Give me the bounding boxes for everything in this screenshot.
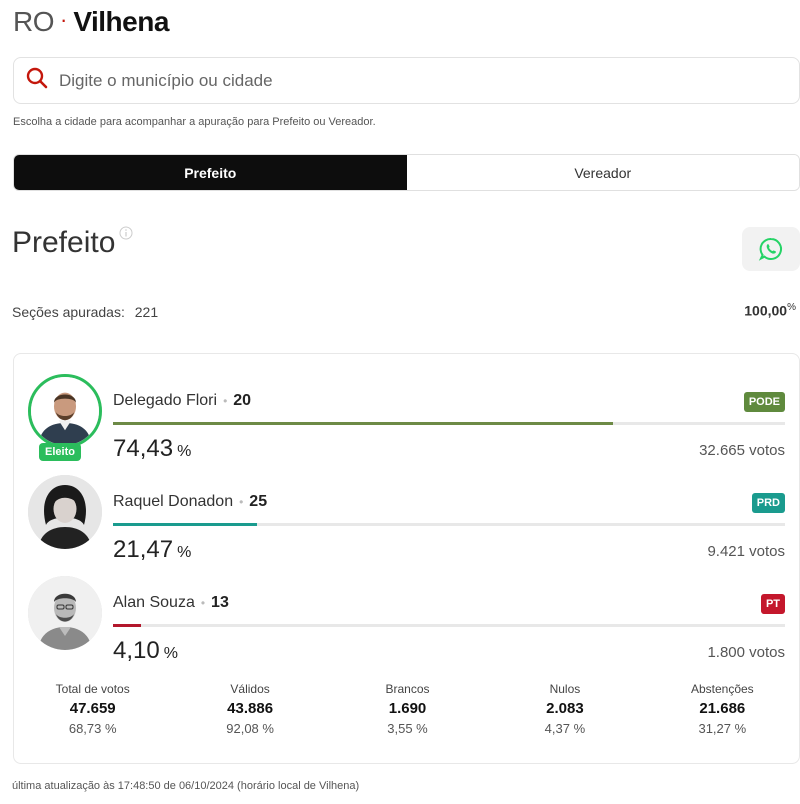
whatsapp-share-button[interactable] — [742, 227, 800, 271]
page-header: RO · Vilhena — [13, 4, 169, 40]
stat-percent: 4,37 % — [544, 721, 586, 736]
stat-total: Total de votos 47.659 68,73 % — [14, 682, 171, 736]
stat-label: Abstenções — [690, 682, 754, 696]
stat-percent: 31,27 % — [698, 721, 747, 736]
stat-brancos: Brancos 1.690 3,55 % — [329, 682, 486, 736]
candidate-number: 13 — [211, 594, 229, 611]
vote-bar-fill — [113, 523, 258, 526]
last-update: última atualização às 17:48:50 de 06/10/… — [12, 780, 360, 792]
whatsapp-icon — [758, 237, 782, 261]
party-badge: PRD — [751, 493, 785, 513]
city-name: Vilhena — [73, 6, 169, 37]
avatar — [28, 576, 102, 650]
state-code: RO — [13, 6, 55, 37]
candidate-row[interactable]: Raquel Donadon • 25 PRD 21,47% 9.421 votos — [14, 471, 800, 571]
candidate-percent-value: 4,10 — [113, 637, 160, 664]
vote-bar — [113, 422, 785, 425]
stat-nulos: Nulos 2.083 4,37 % — [486, 682, 643, 736]
elected-badge: Eleito — [39, 443, 81, 461]
candidate-name-text: Alan Souza — [113, 594, 195, 611]
search-input[interactable] — [59, 70, 759, 91]
percent-unit: % — [177, 443, 192, 460]
party-badge: PT — [760, 594, 785, 614]
counted-percent-value: 100,00 — [744, 302, 788, 319]
stat-label: Brancos — [385, 682, 430, 696]
vote-bar — [113, 624, 785, 627]
section-title: Prefeito — [12, 226, 133, 260]
stat-label: Válidos — [230, 682, 270, 696]
candidate-number: 25 — [249, 493, 268, 510]
candidate-name-text: Delegado Flori — [113, 392, 218, 409]
candidate-percent: 74,43% — [113, 435, 191, 463]
sections-count: 221 — [134, 304, 159, 320]
percent-unit: % — [163, 645, 178, 662]
office-tabs: Prefeito Vereador — [13, 154, 800, 191]
candidate-percent: 4,10% — [113, 637, 178, 665]
info-icon[interactable] — [119, 226, 133, 240]
stat-percent: 3,55 % — [387, 721, 428, 736]
stat-label: Nulos — [549, 682, 581, 696]
search-hint: Escolha a cidade para acompanhar a apura… — [13, 116, 376, 128]
stat-value: 2.083 — [546, 700, 584, 717]
candidate-votes: 32.665 votos — [699, 442, 785, 459]
candidate-name-text: Raquel Donadon — [113, 493, 234, 510]
stat-value: 43.886 — [227, 700, 274, 717]
vote-bar-fill — [113, 624, 141, 627]
candidate-name: Alan Souza • 13 — [113, 594, 229, 611]
search-box[interactable] — [13, 57, 800, 104]
counted-percent: 100,00% — [744, 302, 796, 319]
stat-percent: 68,73 % — [68, 721, 117, 736]
candidate-percent: 21,47% — [113, 536, 191, 564]
stat-percent: 92,08 % — [226, 721, 274, 736]
candidate-percent-value: 74,43 — [113, 435, 174, 462]
stat-value: 21.686 — [699, 700, 746, 717]
candidate-votes: 9.421 votos — [707, 543, 785, 560]
candidate-name: Delegado Flori • 20 — [113, 392, 252, 409]
tab-prefeito[interactable]: Prefeito — [14, 155, 407, 190]
stat-label: Total de votos — [55, 682, 130, 696]
stat-abstencoes: Abstenções 21.686 31,27 % — [644, 682, 800, 736]
candidate-row[interactable]: Alan Souza • 13 PT 4,10% 1.800 votos — [14, 572, 800, 672]
results-card: Eleito Delegado Flori • 20 PODE 74,43% 32.… — [13, 353, 800, 764]
percent-unit: % — [177, 544, 192, 561]
party-badge: PODE — [743, 392, 785, 412]
vote-bar-fill — [113, 422, 614, 425]
avatar — [28, 374, 102, 448]
candidate-votes: 1.800 votos — [707, 644, 785, 661]
tab-vereador[interactable]: Vereador — [406, 155, 799, 190]
candidate-number: 20 — [233, 392, 252, 409]
vote-bar — [113, 523, 785, 526]
stat-value: 47.659 — [69, 700, 116, 717]
avatar — [28, 475, 102, 549]
sections-counted: Seções apuradas: 221 — [12, 304, 158, 320]
search-icon[interactable] — [25, 66, 49, 95]
stat-value: 1.690 — [388, 700, 427, 717]
section-title-text: Prefeito — [12, 226, 116, 259]
vote-summary: Total de votos 47.659 68,73 % Válidos 43… — [14, 682, 800, 736]
candidate-row[interactable]: Eleito Delegado Flori • 20 PODE 74,43% 32.… — [14, 370, 800, 470]
stat-validos: Válidos 43.886 92,08 % — [171, 682, 328, 736]
candidate-name: Raquel Donadon • 25 — [113, 493, 268, 510]
counted-percent-sign: % — [787, 302, 796, 313]
candidate-percent-value: 21,47 — [113, 536, 174, 563]
sections-label: Seções apuradas: — [12, 304, 125, 320]
header-separator: · — [60, 7, 68, 32]
